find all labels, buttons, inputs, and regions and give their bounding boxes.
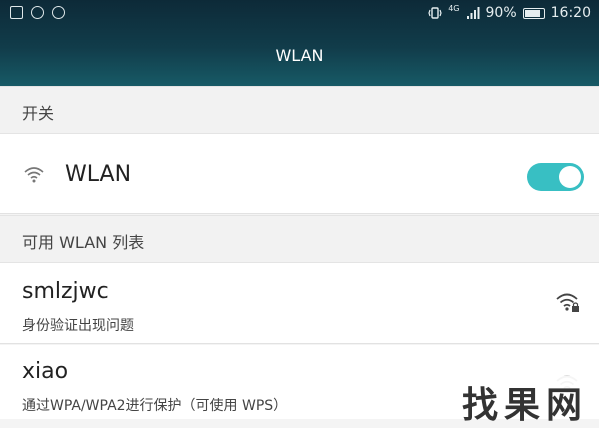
signal-icon: [466, 7, 480, 19]
status-bar: 4G 90% 16:20: [0, 0, 599, 30]
network-status: 通过WPA/WPA2进行保护（可使用 WPS）: [22, 398, 288, 414]
watermark: 找果网: [450, 376, 599, 426]
wlan-toggle-row[interactable]: WLAN: [0, 134, 599, 214]
vibrate-icon: [428, 7, 442, 19]
available-networks-header: 可用 WLAN 列表: [0, 215, 599, 263]
switch-knob: [559, 166, 581, 188]
network-name: smlzjwc: [22, 279, 109, 304]
watermark-text: 找果网: [462, 384, 589, 426]
status-indicators: 4G 90% 16:20: [428, 3, 591, 21]
available-networks-label: 可用 WLAN 列表: [22, 233, 145, 252]
switch-section-header: 开关: [0, 86, 599, 134]
page-title: WLAN: [275, 46, 324, 65]
battery-icon: [522, 7, 545, 19]
network-status: 身份验证出现问题: [22, 318, 134, 334]
wlan-label: WLAN: [65, 162, 132, 187]
app-notification-icon: [52, 6, 65, 19]
switch-section-label: 开关: [22, 104, 55, 123]
clock: 16:20: [550, 5, 591, 21]
gallery-notification-icon: [10, 6, 23, 19]
network-type-label: 4G: [448, 3, 460, 13]
wlan-switch[interactable]: [527, 163, 584, 191]
battery-percent: 90%: [485, 5, 517, 21]
app-header: 4G 90% 16:20 WLAN: [0, 0, 599, 86]
network-item[interactable]: smlzjwc 身份验证出现问题: [0, 263, 599, 344]
notification-icons: [10, 6, 65, 19]
wifi-lock-icon: [556, 293, 579, 312]
wifi-icon: [24, 167, 44, 183]
network-name: xiao: [22, 359, 69, 384]
wechat-notification-icon: [31, 6, 44, 19]
